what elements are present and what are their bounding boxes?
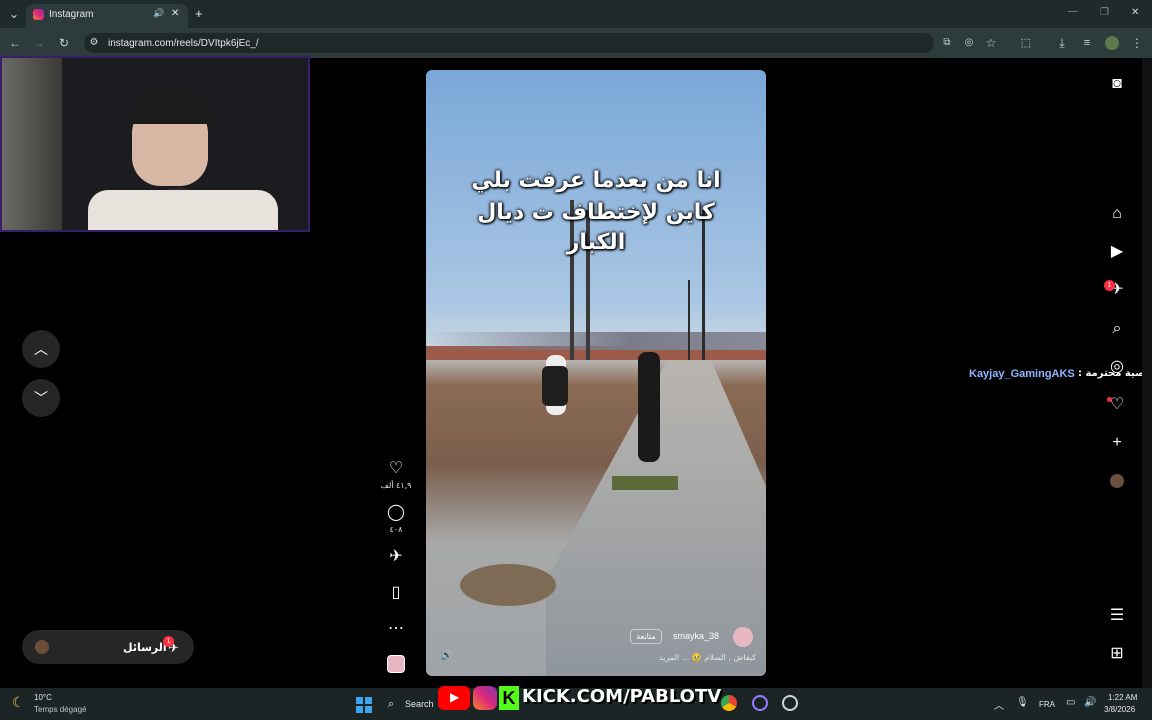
show-hidden-icons-chevron[interactable]: ︿ xyxy=(994,697,1004,712)
download-icon[interactable]: ⤓ xyxy=(1052,33,1072,53)
comments-count: ٤٠٨ xyxy=(389,525,403,534)
volume-icon[interactable]: 🔊 xyxy=(1084,697,1096,708)
webcam-person-hair xyxy=(126,90,214,124)
reload-icon[interactable]: ↻ xyxy=(54,33,74,53)
messages-avatar xyxy=(35,640,49,654)
new-tab-button[interactable]: + xyxy=(195,6,203,21)
more-menu-icon[interactable]: ☰ xyxy=(1106,605,1128,627)
taskbar-search-label[interactable]: Search xyxy=(405,699,434,709)
instagram-favicon-icon xyxy=(33,9,44,20)
start-tile xyxy=(365,706,372,713)
create-plus-icon[interactable]: + xyxy=(1106,432,1128,454)
start-tile xyxy=(356,697,363,704)
original-audio-thumbnail[interactable] xyxy=(387,655,405,673)
chrome-taskbar-icon[interactable] xyxy=(721,695,737,711)
start-tile xyxy=(356,706,363,713)
tab-close-icon[interactable]: ✕ xyxy=(171,8,179,19)
also-from-meta-icon[interactable]: ⊞ xyxy=(1106,643,1128,665)
site-info-icon[interactable]: ⚙ xyxy=(84,33,104,53)
weather-description[interactable]: Temps dégagé xyxy=(34,705,86,714)
weather-moon-icon: ☾ xyxy=(12,694,25,710)
save-bookmark-icon[interactable]: ▯ xyxy=(385,582,407,604)
windows-start-icon[interactable] xyxy=(356,697,372,713)
back-arrow-icon[interactable]: ← xyxy=(5,33,25,53)
weather-temperature[interactable]: 10°C xyxy=(34,693,52,702)
page-scrollbar[interactable] xyxy=(1142,58,1152,688)
next-reel-button[interactable]: ﹀ xyxy=(22,379,60,417)
reel-username[interactable]: smayka_38 xyxy=(673,631,719,641)
url-text[interactable]: instagram.com/reels/DVItpk6jEc_/ xyxy=(108,38,259,49)
direct-messages-badge: 1 xyxy=(1104,280,1115,291)
messages-unread-badge: 1 xyxy=(163,636,174,647)
app-taskbar-icon-2[interactable] xyxy=(782,695,798,711)
language-indicator[interactable]: FRA xyxy=(1039,700,1055,709)
messages-label: الرسائل xyxy=(123,641,167,654)
reel-caption-line-2: كاين لإختطاف ت ديال xyxy=(477,200,715,225)
share-paper-plane-icon[interactable]: ✈ xyxy=(385,546,407,568)
home-icon[interactable]: ⌂ xyxy=(1106,203,1128,225)
chat-message: : شخصية محترمة xyxy=(1078,368,1142,379)
video-manhole-cover xyxy=(460,564,556,606)
follow-button[interactable]: متابعة xyxy=(630,629,662,644)
reel-author-avatar[interactable] xyxy=(733,627,753,647)
bookmark-star-icon[interactable]: ☆ xyxy=(981,33,1001,53)
extensions-icon[interactable]: ⬚ xyxy=(1016,33,1036,53)
microphone-icon[interactable]: 🎙 xyxy=(1016,697,1029,708)
profile-avatar-icon[interactable] xyxy=(1110,474,1124,488)
chat-username: Kayjay_GamingAKS xyxy=(969,368,1075,380)
video-person-1-vest xyxy=(542,366,568,406)
reel-video[interactable] xyxy=(426,70,766,676)
kick-logo-icon: K xyxy=(499,686,519,710)
video-mat xyxy=(612,476,678,490)
forward-arrow-icon[interactable]: → xyxy=(29,33,49,53)
close-window-icon[interactable]: ✕ xyxy=(1131,7,1139,18)
comment-bubble-icon[interactable]: ◯ xyxy=(385,502,407,524)
browser-menu-icon[interactable]: ⋮ xyxy=(1127,33,1147,53)
tab-list-chevron-icon[interactable]: ⌄ xyxy=(4,4,24,24)
profile-avatar[interactable] xyxy=(1105,36,1119,50)
reel-caption-line-3: الكبار xyxy=(566,230,626,255)
taskbar-search-icon[interactable]: ⌕ xyxy=(388,698,394,711)
minimize-window-icon[interactable]: — xyxy=(1068,6,1078,17)
notifications-dot xyxy=(1107,397,1112,402)
tab-title: Instagram xyxy=(49,9,94,20)
video-mountains xyxy=(426,332,766,350)
maximize-window-icon[interactable]: ❐ xyxy=(1100,7,1109,18)
clock-date[interactable]: 3/8/2026 xyxy=(1104,705,1135,714)
like-heart-icon[interactable]: ♡ xyxy=(385,458,407,480)
reel-audio-text[interactable]: كيفاش , السلام 🥹 ... المزيد xyxy=(616,653,756,662)
clock-time[interactable]: 1:22 AM xyxy=(1108,693,1137,702)
webcam-person-shirt xyxy=(88,190,278,230)
tab-audio-icon[interactable]: 🔊 xyxy=(153,8,164,19)
instagram-logo-icon[interactable]: ◙ xyxy=(1106,73,1128,95)
cast-icon[interactable]: ⧉ xyxy=(937,33,957,53)
reels-play-icon[interactable]: ▶ xyxy=(1106,241,1128,263)
search-icon[interactable]: ⌕ xyxy=(1106,318,1128,340)
reading-list-icon[interactable]: ≡ xyxy=(1077,33,1097,53)
streamer-webcam-overlay xyxy=(0,56,310,232)
start-tile xyxy=(365,697,372,704)
video-person-2 xyxy=(638,352,660,462)
previous-reel-button[interactable]: ︿ xyxy=(22,330,60,368)
instagram-banner-icon xyxy=(473,686,497,710)
eye-off-icon[interactable]: ◎ xyxy=(959,33,979,53)
mute-speaker-icon[interactable]: 🔊 xyxy=(441,650,452,661)
youtube-play-icon: ▶ xyxy=(450,690,460,704)
network-icon[interactable]: ▭ xyxy=(1066,697,1075,708)
webcam-background-curtain xyxy=(2,58,62,230)
app-taskbar-icon[interactable] xyxy=(752,695,768,711)
stream-banner-text: KICK.COM/PABLOTV xyxy=(522,686,722,707)
likes-count: ٤١,٩ ألف xyxy=(380,481,412,490)
reel-caption-line-1: انا من بعدما عرفت بلي xyxy=(471,168,721,193)
more-options-icon[interactable]: ⋯ xyxy=(385,618,407,640)
